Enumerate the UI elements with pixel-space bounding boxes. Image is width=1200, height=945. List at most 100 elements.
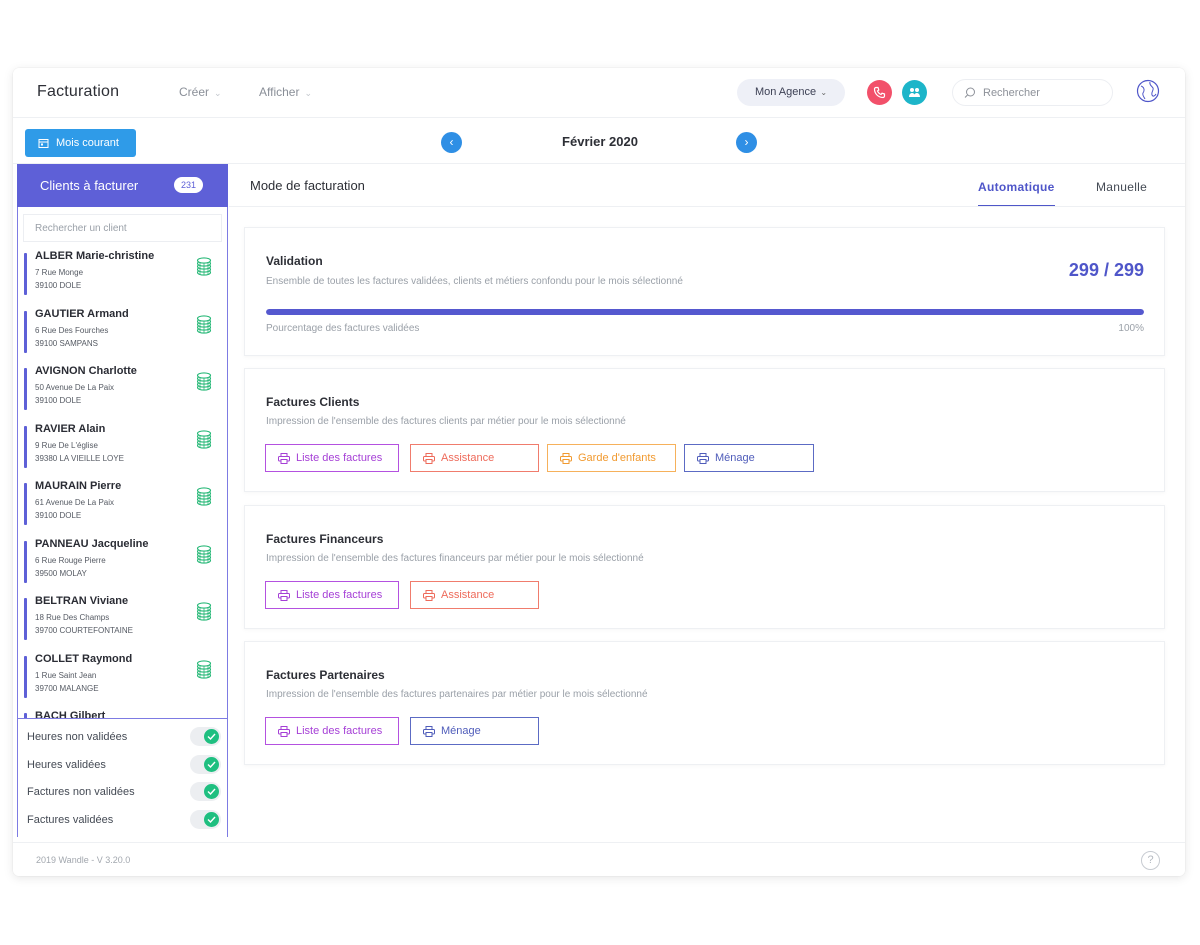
financeurs-assistance-button[interactable]: Assistance xyxy=(410,581,539,609)
coins-stack-icon xyxy=(196,487,212,506)
validation-title: Validation xyxy=(266,254,323,268)
chevron-down-icon: ⌄ xyxy=(214,88,222,98)
filter-label: Factures validées xyxy=(27,813,114,826)
filter-toggle[interactable] xyxy=(190,782,221,801)
client-address: 18 Rue Des Champs 39700 COURTEFONTAINE xyxy=(35,611,133,637)
current-month-label: Mois courant xyxy=(56,137,119,149)
coins-stack-icon xyxy=(196,314,212,334)
clients-assistance-button[interactable]: Assistance xyxy=(410,444,539,472)
client-list-item[interactable]: ALBER Marie-christine 7 Rue Monge 39100 DO… xyxy=(24,250,224,298)
client-list-item[interactable]: MAURAIN Pierre 61 Avenue De La Paix 39100 … xyxy=(24,480,224,528)
filter-label: Heures validées xyxy=(27,758,106,771)
client-address: 6 Rue Des Fourches 39100 SAMPANS xyxy=(35,324,108,350)
client-search-input[interactable] xyxy=(24,215,221,241)
toggle-knob xyxy=(204,729,219,744)
month-title: Février 2020 xyxy=(562,134,638,149)
filter-label: Heures non validées xyxy=(27,731,128,743)
clients-menage-button[interactable]: Ménage xyxy=(684,444,814,472)
client-address: 50 Avenue De La Paix 39100 DOLE xyxy=(35,381,114,407)
client-marker xyxy=(24,655,27,698)
printer-icon xyxy=(423,726,435,737)
client-name: BELTRAN Viviane xyxy=(35,595,129,607)
billing-status[interactable] xyxy=(195,255,213,282)
financeurs-liste-button[interactable]: Liste des factures xyxy=(265,581,399,609)
partenaires-menage-button[interactable]: Ménage xyxy=(410,717,539,745)
check-icon xyxy=(207,816,216,823)
tab-manuelle[interactable]: Manuelle xyxy=(1096,180,1147,194)
client-name: AVIGNON Charlotte xyxy=(35,365,137,377)
client-list-item[interactable]: COLLET Raymond 1 Rue Saint Jean 39700 MALA… xyxy=(24,653,224,701)
client-city: 39100 DOLE xyxy=(35,396,82,405)
factures-financeurs-card: Factures Financeurs Impression de l'ense… xyxy=(244,505,1165,629)
globe-icon xyxy=(1136,79,1160,103)
agency-selector[interactable]: Mon Agence ⌄ xyxy=(737,79,845,106)
current-month-button[interactable]: Mois courant xyxy=(25,129,136,157)
filter-toggle[interactable] xyxy=(190,727,221,746)
user-avatar[interactable] xyxy=(1136,79,1160,103)
billing-status[interactable] xyxy=(195,370,213,397)
client-list-item[interactable]: RAVIER Alain 9 Rue De L'église 39380 LA VI… xyxy=(24,423,224,471)
phone-button[interactable] xyxy=(867,80,892,105)
client-street: 6 Rue Des Fourches xyxy=(35,325,109,335)
previous-month-button[interactable]: ‹ xyxy=(441,132,462,153)
billing-status[interactable] xyxy=(195,600,213,627)
factures-partenaires-card: Factures Partenaires Impression de l'ens… xyxy=(244,641,1165,765)
month-bar: Mois courant ‹ Février 2020 › xyxy=(13,120,1185,164)
client-marker xyxy=(24,540,27,583)
client-address: 61 Avenue De La Paix 39100 DOLE xyxy=(35,496,114,522)
mode-bar: Mode de facturation Automatique Manuelle xyxy=(229,164,1185,207)
client-list-item[interactable]: BELTRAN Viviane 18 Rue Des Champs 39700 CO… xyxy=(24,595,224,643)
validation-progress-fill xyxy=(266,309,1144,315)
partenaires-liste-button[interactable]: Liste des factures xyxy=(265,717,399,745)
menu-afficher-label: Afficher xyxy=(259,85,300,99)
client-street: 6 Rue Rouge Pierre xyxy=(35,555,106,565)
billing-status[interactable] xyxy=(195,313,213,340)
factures-partenaires-title: Factures Partenaires xyxy=(266,668,385,682)
filter-toggle[interactable] xyxy=(190,754,221,774)
top-bar: Facturation Créer ⌄ Afficher ⌄ Mon Agence … xyxy=(13,68,1185,118)
help-icon[interactable]: ? xyxy=(1141,851,1160,870)
client-search[interactable] xyxy=(23,214,222,242)
client-marker xyxy=(24,253,27,295)
client-city: 39100 DOLE xyxy=(35,511,82,520)
validation-description: Ensemble de toutes les factures validées… xyxy=(266,276,683,287)
tab-automatique[interactable]: Automatique xyxy=(978,180,1055,206)
filter-row: Heures validées xyxy=(18,751,227,778)
factures-financeurs-title: Factures Financeurs xyxy=(266,532,384,546)
agency-label: Mon Agence xyxy=(754,86,817,98)
clients-sidebar: Clients à facturer 231 ALBER Marie-chris… xyxy=(17,164,228,837)
billing-status[interactable] xyxy=(195,543,213,570)
clients-garde-enfants-button[interactable]: Garde d'enfants xyxy=(547,444,676,472)
toggle-knob xyxy=(204,784,219,799)
team-button[interactable] xyxy=(902,80,927,105)
client-list-item[interactable]: PANNEAU Jacqueline 6 Rue Rouge Pierre 3950… xyxy=(24,538,224,586)
filter-row: Factures non validées xyxy=(18,778,227,805)
menu-creer[interactable]: Créer ⌄ xyxy=(179,85,222,99)
billing-status[interactable] xyxy=(195,485,213,512)
footer: 2019 Wandle - V 3.20.0 ? xyxy=(13,842,1185,876)
client-marker xyxy=(24,425,27,468)
client-address: 6 Rue Rouge Pierre 39500 MOLAY xyxy=(35,554,106,580)
client-list-item[interactable]: BACH Gilbert xyxy=(24,710,224,718)
filter-toggle[interactable] xyxy=(190,809,221,829)
client-name: MAURAIN Pierre xyxy=(35,480,122,492)
client-city: 39100 SAMPANS xyxy=(35,338,98,348)
billing-status[interactable] xyxy=(195,428,213,455)
global-search-input[interactable] xyxy=(983,85,1103,101)
client-list-item[interactable]: AVIGNON Charlotte 50 Avenue De La Paix 391… xyxy=(24,365,224,413)
next-month-button[interactable]: › xyxy=(736,132,757,153)
toggle-knob xyxy=(204,756,219,772)
validation-count: 299 / 299 xyxy=(1068,260,1144,280)
client-list-item[interactable]: GAUTIER Armand 6 Rue Des Fourches 39100 SA… xyxy=(24,308,224,356)
billing-status[interactable] xyxy=(195,658,213,685)
client-city: 39700 COURTEFONTAINE xyxy=(35,626,133,635)
client-street: 7 Rue Monge xyxy=(35,268,84,277)
global-search[interactable] xyxy=(952,79,1113,106)
client-address: 1 Rue Saint Jean 39700 MALANGE xyxy=(35,669,99,695)
validation-card: Validation Ensemble de toutes les factur… xyxy=(244,227,1165,356)
client-street: 18 Rue Des Champs xyxy=(35,613,110,622)
clients-liste-button[interactable]: Liste des factures xyxy=(265,444,399,472)
menu-afficher[interactable]: Afficher ⌄ xyxy=(259,85,312,99)
chevron-down-icon: ⌄ xyxy=(818,88,828,97)
check-icon xyxy=(207,788,216,795)
